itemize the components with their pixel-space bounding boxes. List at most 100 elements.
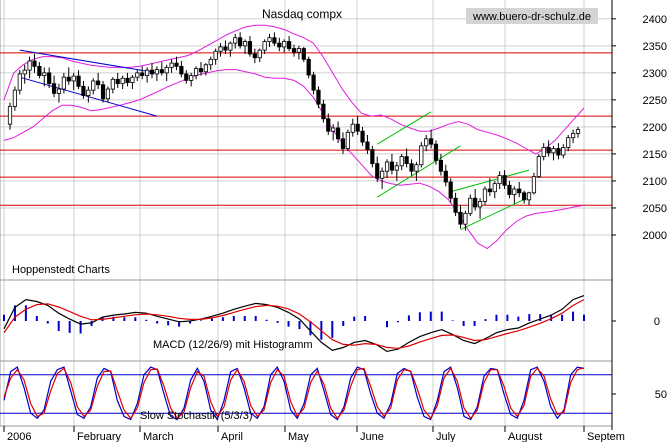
candle-body <box>267 37 272 42</box>
candle-body <box>76 75 81 87</box>
candle-body <box>477 201 483 208</box>
x-tick-label: February <box>77 431 122 442</box>
candle-body <box>130 76 135 83</box>
candle-body <box>238 37 243 47</box>
candle-body <box>301 48 306 60</box>
x-tick-label: May <box>288 431 309 442</box>
candle-body <box>277 42 282 48</box>
candle-body <box>96 80 101 86</box>
candle-body <box>335 127 341 140</box>
candle-body <box>287 41 292 49</box>
candle-body <box>458 211 463 225</box>
candle-body <box>522 192 527 201</box>
candle-body <box>262 41 267 51</box>
y-tick-label: 2300 <box>643 68 667 80</box>
y-tick-label: 2350 <box>643 41 667 53</box>
candle-body <box>473 197 478 208</box>
stochastic-label: Slow Stochastik (5/3/3) <box>140 410 253 422</box>
chart-title: Nasdaq compx <box>262 7 342 21</box>
candle-body <box>115 78 120 85</box>
candle-body <box>198 68 204 73</box>
candle-body <box>443 170 448 183</box>
candle-body <box>380 170 385 179</box>
candle-body <box>71 75 76 82</box>
y-tick-label: 2000 <box>643 230 667 242</box>
candle-body <box>17 73 22 91</box>
candle-body <box>360 130 365 143</box>
candle-body <box>110 78 115 90</box>
candle-body <box>340 138 346 149</box>
candle-body <box>140 72 145 76</box>
macd-label: MACD (12/26/9) mit Histogramm <box>153 339 313 351</box>
candle-body <box>448 181 453 199</box>
candle-body <box>218 46 223 52</box>
candle-body <box>12 89 17 107</box>
candle-body <box>282 41 287 48</box>
candle-body <box>145 69 150 76</box>
candle-body <box>350 123 355 133</box>
candle-body <box>42 72 47 76</box>
candle-body <box>81 85 86 96</box>
candle-body <box>541 147 546 158</box>
candle-body <box>91 80 96 91</box>
candle-body <box>399 156 404 167</box>
candle-body <box>242 41 248 47</box>
candle-body <box>7 105 13 125</box>
candle-body <box>37 65 42 76</box>
candle-body <box>370 149 375 165</box>
x-tick-label: June <box>360 431 384 442</box>
x-tick-label: Septem <box>587 431 625 442</box>
candle-body <box>433 143 439 161</box>
candle-body <box>154 69 159 75</box>
x-tick-label: April <box>221 431 243 442</box>
candle-body <box>179 65 184 75</box>
candle-body <box>394 165 399 171</box>
candle-body <box>105 88 111 100</box>
candle-body <box>482 188 488 202</box>
y-tick-label: 2200 <box>643 122 667 134</box>
candle-body <box>365 141 370 150</box>
candle-body <box>169 62 174 68</box>
x-tick-label: 2006 <box>7 431 31 442</box>
candle-body <box>247 41 253 55</box>
candle-body <box>575 129 581 134</box>
candle-body <box>409 163 414 172</box>
candle-body <box>546 147 551 154</box>
candle-body <box>497 175 502 185</box>
x-tick-label: March <box>143 431 174 442</box>
candle-body <box>149 69 155 75</box>
candle-body <box>389 161 395 171</box>
candle-body <box>257 49 262 59</box>
candle-body <box>189 75 194 81</box>
candle-body <box>571 132 576 139</box>
candle-body <box>164 67 169 74</box>
candle-body <box>213 50 218 60</box>
candle-body <box>414 164 419 172</box>
candle-body <box>120 77 125 85</box>
candle-body <box>174 62 179 67</box>
candle-body <box>468 197 473 214</box>
candle-body <box>404 156 409 165</box>
candle-body <box>228 42 233 51</box>
candle-body <box>311 74 316 91</box>
candle-body <box>184 73 189 81</box>
candle-body <box>424 138 429 147</box>
candle-body <box>536 156 541 178</box>
candle-body <box>429 138 434 145</box>
candle-body <box>375 163 380 179</box>
candle-body <box>517 188 522 194</box>
candle-body <box>502 175 507 186</box>
y-tick-label: 2400 <box>643 14 667 26</box>
candle-body <box>193 68 199 76</box>
candle-body <box>321 103 326 120</box>
source-label: www.buero-dr-schulz.de <box>472 11 591 23</box>
candle-body <box>492 183 497 193</box>
candle-body <box>56 88 62 94</box>
candle-body <box>252 53 257 59</box>
candle-body <box>512 188 517 195</box>
candle-body <box>47 72 52 85</box>
candle-body <box>296 48 301 53</box>
candle-body <box>223 46 228 51</box>
candle-body <box>438 159 443 172</box>
y-tick-label: 2050 <box>643 203 667 215</box>
